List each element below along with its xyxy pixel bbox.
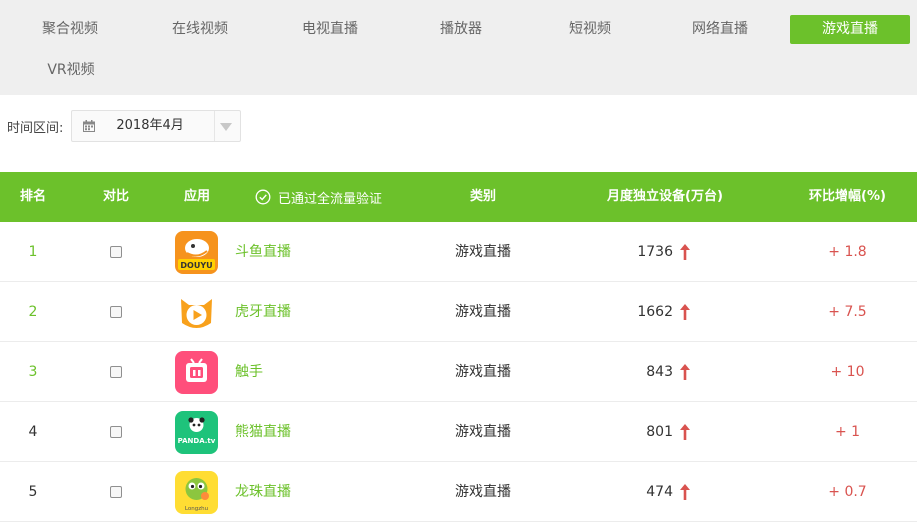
tab-tv-live[interactable]: 电视直播 xyxy=(300,15,360,44)
header-compare: 对比 xyxy=(102,189,129,204)
tab-short-video[interactable]: 短视频 xyxy=(567,15,613,44)
header-devices: 月度独立设备(万台) xyxy=(607,189,723,204)
change-value: + 0.7 xyxy=(828,484,867,500)
compare-checkbox[interactable] xyxy=(110,366,122,378)
devices-value: 1662 xyxy=(637,304,673,320)
compare-checkbox[interactable] xyxy=(110,246,122,258)
app-name-link[interactable]: 斗鱼直播 xyxy=(235,222,291,282)
verified-label: 已通过全流量验证 xyxy=(278,191,383,207)
table-row: 4 PANDA.tv 熊猫直播 游戏直播 801 + 1 xyxy=(0,402,917,462)
rank-value: 5 xyxy=(28,484,38,500)
compare-checkbox[interactable] xyxy=(110,426,122,438)
douyu-logo-text: DOUYU xyxy=(180,261,212,270)
header-category: 类别 xyxy=(469,189,496,204)
trend-up-icon xyxy=(680,484,690,500)
category-value: 游戏直播 xyxy=(455,424,511,440)
longzhu-app-icon[interactable]: Longzhu xyxy=(175,471,218,514)
calendar-icon xyxy=(83,120,96,132)
rank-value: 4 xyxy=(28,424,38,440)
change-value: + 1 xyxy=(834,424,861,440)
devices-value: 1736 xyxy=(637,244,673,260)
time-range-label: 时间区间: xyxy=(7,120,64,136)
selected-month: 2018年4月 xyxy=(116,118,184,133)
tab-web-live[interactable]: 网络直播 xyxy=(690,15,750,44)
ranking-table-header: 排名 对比 应用 已通过全流量验证 类别 月度独立设备(万台) 环比增幅(%) xyxy=(0,172,917,222)
category-value: 游戏直播 xyxy=(455,364,511,380)
app-name-link[interactable]: 龙珠直播 xyxy=(235,462,291,522)
chevron-down-icon[interactable] xyxy=(220,123,233,131)
change-value: + 10 xyxy=(830,364,865,380)
table-row: 2 虎牙直播 游戏直播 1662 + 7.5 xyxy=(0,282,917,342)
category-value: 游戏直播 xyxy=(455,304,511,320)
header-change: 环比增幅(%) xyxy=(809,189,886,204)
devices-value: 843 xyxy=(646,364,673,380)
category-value: 游戏直播 xyxy=(455,244,511,260)
compare-checkbox[interactable] xyxy=(110,486,122,498)
tab-game-live[interactable]: 游戏直播 xyxy=(790,15,910,44)
table-row: 5 Longzhu 龙珠直播 游戏直播 474 + 0.7 xyxy=(0,462,917,522)
panda-logo-text: PANDA.tv xyxy=(178,437,216,445)
change-value: + 1.8 xyxy=(828,244,867,260)
verified-filter[interactable]: 已通过全流量验证 xyxy=(255,172,382,222)
devices-value: 474 xyxy=(646,484,673,500)
tab-player[interactable]: 播放器 xyxy=(438,15,484,44)
header-app: 应用 xyxy=(183,189,210,204)
rank-value: 3 xyxy=(28,364,38,380)
app-name-link[interactable]: 虎牙直播 xyxy=(235,282,291,342)
panda-app-icon[interactable]: PANDA.tv xyxy=(175,411,218,454)
dropdown-divider xyxy=(214,111,216,141)
tab-online-video[interactable]: 在线视频 xyxy=(170,15,230,44)
table-row: 3 触手 游戏直播 843 + 10 xyxy=(0,342,917,402)
huya-app-icon[interactable] xyxy=(175,291,218,334)
trend-up-icon xyxy=(680,364,690,380)
trend-up-icon xyxy=(680,424,690,440)
rank-value: 1 xyxy=(28,244,38,260)
month-select[interactable]: 2018年4月 xyxy=(71,110,242,142)
tab-vr-video[interactable]: VR视频 xyxy=(45,56,97,85)
douyu-app-icon[interactable]: DOUYU xyxy=(175,231,218,274)
category-tab-bar: 聚合视频 在线视频 电视直播 播放器 短视频 网络直播 游戏直播 VR视频 xyxy=(0,0,917,95)
change-value: + 7.5 xyxy=(828,304,867,320)
trend-up-icon xyxy=(680,244,690,260)
app-name-link[interactable]: 熊猫直播 xyxy=(235,402,291,462)
devices-value: 801 xyxy=(646,424,673,440)
longzhu-logo-text: Longzhu xyxy=(185,506,208,512)
trend-up-icon xyxy=(680,304,690,320)
table-row: 1 DOUYU 斗鱼直播 游戏直播 1736 + 1.8 xyxy=(0,222,917,282)
check-circle-icon xyxy=(255,189,271,205)
category-value: 游戏直播 xyxy=(455,484,511,500)
time-filter: 时间区间: 2018年4月 xyxy=(7,110,242,142)
compare-checkbox[interactable] xyxy=(110,306,122,318)
tab-aggregate-video[interactable]: 聚合视频 xyxy=(40,15,100,44)
chushou-app-icon[interactable] xyxy=(175,351,218,394)
header-rank: 排名 xyxy=(19,189,46,204)
rank-value: 2 xyxy=(28,304,38,320)
app-name-link[interactable]: 触手 xyxy=(235,342,263,402)
